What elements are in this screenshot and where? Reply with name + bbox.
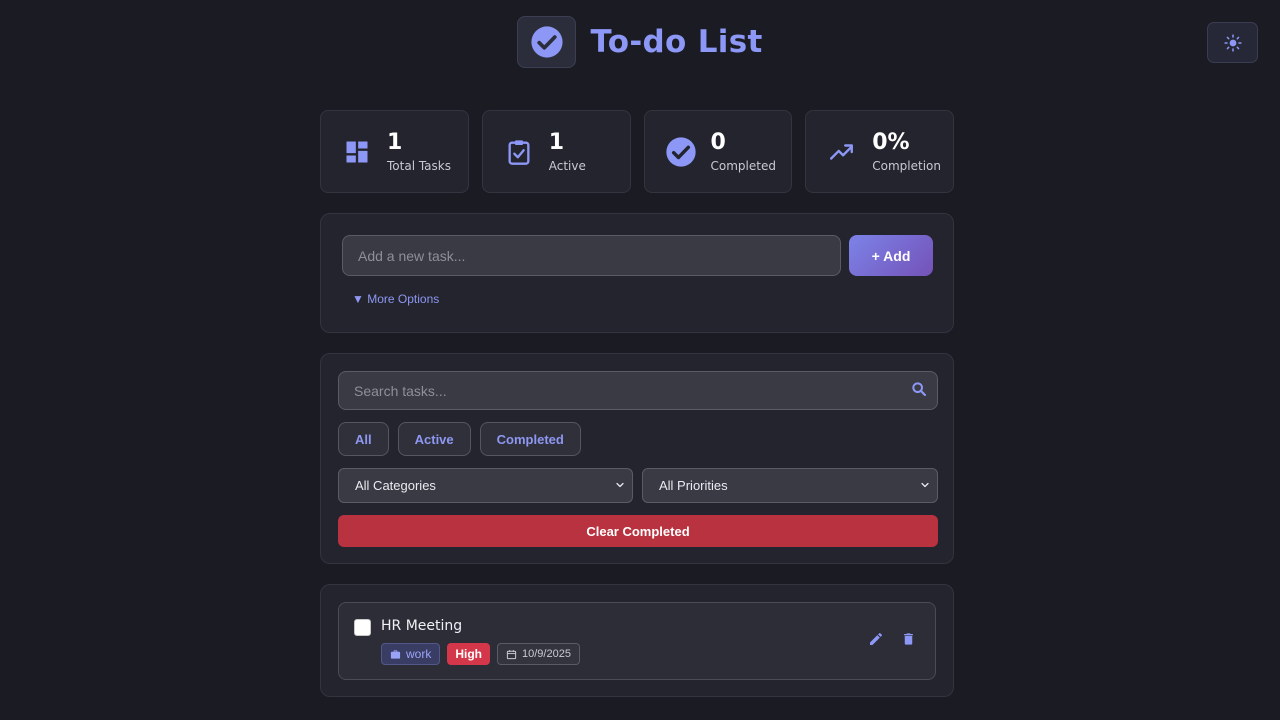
stat-value: 0%	[872, 129, 910, 155]
category-select-value: All Categories	[355, 478, 436, 493]
new-task-input[interactable]	[342, 235, 841, 276]
task-item: HR Meeting work High 10/9/2025	[338, 602, 936, 680]
edit-button[interactable]	[867, 630, 885, 648]
calendar-icon	[506, 649, 517, 659]
status-filter-group: All Active Completed	[338, 422, 581, 456]
stat-value: 1	[387, 129, 403, 155]
page-title: To-do List	[590, 24, 763, 60]
filter-panel: All Active Completed All Categories All …	[320, 353, 954, 564]
add-task-panel: + Add ▼ More Options	[320, 213, 954, 333]
chevron-down-icon	[616, 482, 624, 488]
search-icon[interactable]	[911, 381, 927, 397]
stat-label: Total Tasks	[387, 158, 451, 173]
category-select-wrap: All Categories	[338, 468, 633, 503]
stat-label: Active	[548, 158, 586, 173]
task-checkbox[interactable]	[354, 619, 371, 636]
due-date-badge: 10/9/2025	[497, 643, 580, 665]
more-options-toggle[interactable]: ▼ More Options	[352, 292, 439, 306]
check-circle-icon	[531, 26, 563, 58]
stats-row: 1 Total Tasks 1 Active 0 Completed 0% Co…	[320, 110, 954, 193]
category-label: work	[406, 647, 432, 661]
filter-active-button[interactable]: Active	[397, 422, 471, 456]
task-actions	[867, 630, 917, 648]
stat-card-completed: 0 Completed	[643, 110, 793, 193]
logo	[517, 16, 577, 68]
category-select[interactable]: All Categories	[338, 468, 633, 503]
theme-toggle-button[interactable]	[1207, 22, 1258, 63]
stat-card-completion: 0% Completion	[805, 110, 954, 193]
clipboard-check-icon	[503, 136, 535, 168]
task-tags: work High 10/9/2025	[381, 643, 580, 665]
stat-card-total: 1 Total Tasks	[320, 110, 469, 193]
pencil-icon	[870, 632, 883, 645]
clear-completed-button[interactable]: Clear Completed	[338, 515, 938, 547]
priority-select-value: All Priorities	[659, 478, 728, 493]
priority-select-wrap: All Priorities	[642, 468, 938, 503]
briefcase-icon	[390, 649, 401, 659]
chevron-down-icon	[921, 482, 929, 488]
check-circle-icon	[665, 136, 697, 168]
delete-button[interactable]	[899, 630, 917, 648]
stat-label: Completion	[872, 158, 941, 173]
stat-label: Completed	[710, 158, 776, 173]
filter-completed-button[interactable]: Completed	[479, 422, 581, 456]
priority-badge: High	[447, 643, 491, 665]
stat-value: 0	[710, 129, 726, 155]
task-list-panel: HR Meeting work High 10/9/2025	[320, 584, 954, 697]
priority-select[interactable]: All Priorities	[642, 468, 938, 503]
trash-icon	[903, 633, 913, 645]
stat-card-active: 1 Active	[481, 110, 631, 193]
category-badge: work	[381, 643, 441, 665]
stat-value: 1	[548, 129, 565, 155]
due-date-label: 10/9/2025	[522, 648, 571, 660]
sun-icon	[1223, 33, 1242, 52]
task-title: HR Meeting	[381, 618, 463, 634]
filter-all-button[interactable]: All	[338, 422, 389, 456]
dashboard-icon	[341, 136, 373, 168]
search-input[interactable]	[338, 371, 938, 410]
app-header: To-do List	[0, 16, 1280, 68]
add-task-button[interactable]: + Add	[849, 235, 933, 276]
trending-up-icon	[826, 136, 858, 168]
search-box	[338, 371, 938, 410]
